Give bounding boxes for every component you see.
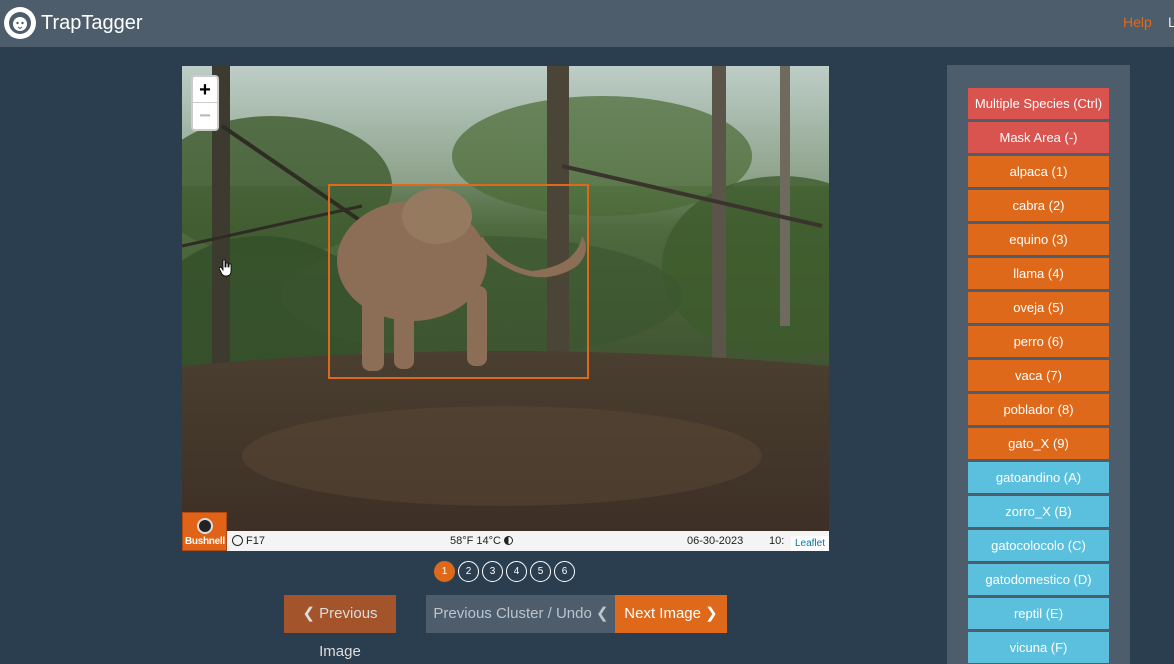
capture-date: 06-30-2023 — [687, 535, 744, 547]
image-pager: 1 2 3 4 5 6 — [434, 561, 575, 582]
moon-phase-icon — [232, 535, 243, 546]
species-button[interactable]: Multiple Species (Ctrl) — [968, 88, 1109, 119]
bushnell-label: Bushnell — [185, 536, 225, 547]
top-navbar: TrapTagger Help L — [0, 0, 1174, 47]
page-button-4[interactable]: 4 — [506, 561, 527, 582]
zoom-in-button[interactable]: + — [193, 77, 217, 103]
zoom-out-button[interactable]: − — [193, 103, 217, 129]
previous-cluster-undo-button[interactable]: Previous Cluster / Undo ❮ — [426, 595, 616, 633]
camera-id: F17 — [232, 535, 265, 547]
species-button[interactable]: Mask Area (-) — [968, 122, 1109, 153]
next-image-button[interactable]: Next Image ❯ — [615, 595, 727, 633]
zoom-control: + − — [191, 75, 219, 131]
moon-icon — [504, 536, 514, 545]
species-button[interactable]: vicuna (F) — [968, 632, 1109, 663]
page-button-6[interactable]: 6 — [554, 561, 575, 582]
species-button[interactable]: llama (4) — [968, 258, 1109, 289]
camera-info-bar: F17 58°F 14°C 06-30-2023 10: — [182, 531, 829, 551]
species-button[interactable]: gatodomestico (D) — [968, 564, 1109, 595]
detection-bounding-box[interactable] — [328, 184, 589, 379]
brand-name: TrapTagger — [41, 11, 143, 34]
page-button-1[interactable]: 1 — [434, 561, 455, 582]
species-button[interactable]: oveja (5) — [968, 292, 1109, 323]
leaflet-attribution[interactable]: Leaflet — [790, 536, 829, 551]
species-button[interactable]: reptil (E) — [968, 598, 1109, 629]
bushnell-icon — [197, 518, 213, 534]
species-button[interactable]: gatocolocolo (C) — [968, 530, 1109, 561]
image-viewer[interactable]: + − F17 58°F 14°C 06-30-2023 10: Bushnel… — [182, 66, 829, 551]
bushnell-logo: Bushnell — [182, 512, 227, 551]
species-button[interactable]: vaca (7) — [968, 360, 1109, 391]
brand[interactable]: TrapTagger — [4, 6, 143, 40]
hand-cursor-icon — [219, 259, 232, 277]
species-button[interactable]: cabra (2) — [968, 190, 1109, 221]
species-button[interactable]: perro (6) — [968, 326, 1109, 357]
page-button-5[interactable]: 5 — [530, 561, 551, 582]
capture-time: 10: — [769, 535, 785, 547]
temperature: 58°F 14°C — [450, 535, 514, 547]
species-button[interactable]: poblador (8) — [968, 394, 1109, 425]
help-link[interactable]: Help — [1123, 14, 1152, 30]
species-button[interactable]: alpaca (1) — [968, 156, 1109, 187]
traptagger-logo-icon — [4, 7, 36, 39]
page-button-3[interactable]: 3 — [482, 561, 503, 582]
nav-link-truncated[interactable]: L — [1168, 14, 1174, 30]
previous-image-button[interactable]: ❮ Previous Image — [284, 595, 396, 660]
page-button-2[interactable]: 2 — [458, 561, 479, 582]
species-button[interactable]: gatoandino (A) — [968, 462, 1109, 493]
species-button[interactable]: equino (3) — [968, 224, 1109, 255]
species-button[interactable]: zorro_X (B) — [968, 496, 1109, 527]
species-panel: Multiple Species (Ctrl) Mask Area (-) alpa… — [947, 65, 1130, 664]
species-button[interactable]: gato_X (9) — [968, 428, 1109, 459]
